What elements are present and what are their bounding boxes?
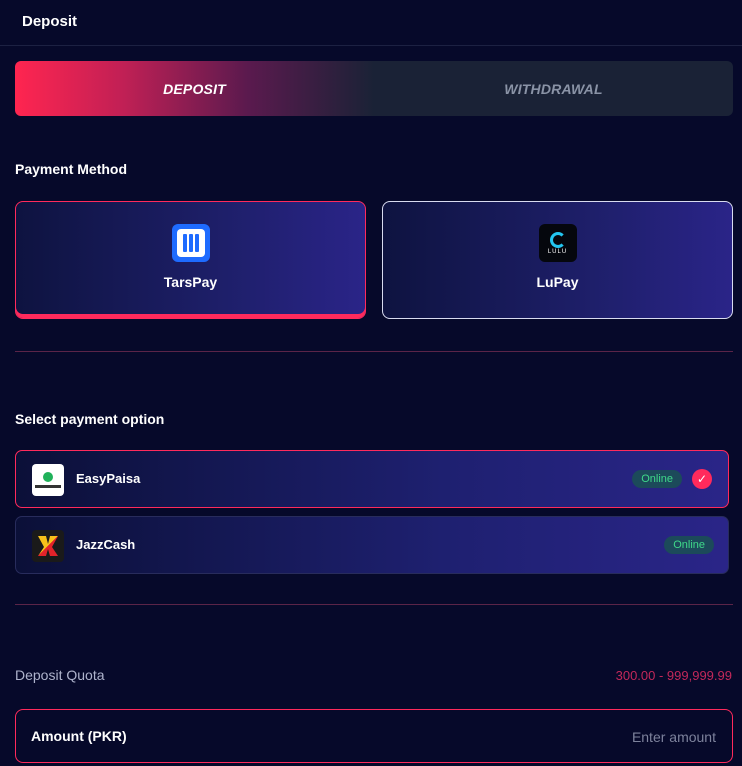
payment-option-name: EasyPaisa [76,471,141,486]
tarspay-logo-icon [171,224,210,262]
payment-method-tarspay[interactable]: TarsPay [15,201,366,319]
payment-option-name: JazzCash [76,537,136,552]
section-divider [15,351,733,352]
jazzcash-logo-icon [32,530,64,562]
section-divider [15,604,733,605]
tab-deposit[interactable]: DEPOSIT [15,61,374,116]
payment-option-label: Select payment option [15,411,165,427]
status-badge: Online [632,470,682,488]
page-title: Deposit [22,13,78,30]
payment-option-easypaisa[interactable]: EasyPaisa Online ✓ [15,450,729,508]
amount-label: Amount (PKR) [31,728,127,744]
deposit-quota-value: 300.00 - 999,999.99 [615,668,732,683]
payment-method-lupay[interactable]: LULU LuPay [382,201,733,319]
deposit-quota-label: Deposit Quota [15,667,105,683]
page-header: Deposit [0,0,742,46]
status-badge: Online [664,536,714,554]
amount-input[interactable] [476,722,716,752]
payment-method-name: TarsPay [163,274,218,290]
lupay-logo-text: LULU [547,248,568,255]
check-icon: ✓ [692,469,712,489]
payment-option-jazzcash[interactable]: JazzCash Online [15,516,729,574]
payment-method-label: Payment Method [15,161,128,177]
easypaisa-logo-icon [32,464,64,496]
lupay-logo-icon: LULU [538,224,577,262]
tab-withdrawal[interactable]: WITHDRAWAL [374,61,733,116]
payment-method-name: LuPay [536,274,579,290]
deposit-withdrawal-tabs: DEPOSIT WITHDRAWAL [15,61,733,116]
amount-field-container: Amount (PKR) [15,709,733,763]
